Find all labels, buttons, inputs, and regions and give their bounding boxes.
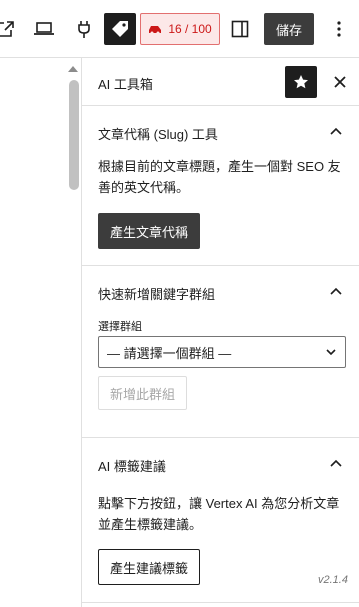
counter-text: 16 / 100 [168, 22, 212, 36]
version-label: v2.1.4 [318, 574, 348, 586]
section-title: 文章代稱 (Slug) 工具 [98, 127, 218, 142]
collapse-toggle[interactable] [326, 453, 346, 473]
section-description: 根據目前的文章標題，產生一個對 SEO 友善的英文代稱。 [98, 159, 341, 195]
star-icon [294, 75, 308, 89]
close-panel-button[interactable] [328, 70, 352, 94]
external-link-icon [0, 21, 14, 37]
collapse-toggle[interactable] [326, 281, 346, 301]
chevron-up-icon [330, 127, 342, 135]
laptop-icon [34, 22, 54, 35]
keyword-group-header[interactable]: 快速新增關鍵字群組 [82, 266, 359, 318]
slug-tool-header[interactable]: 文章代稱 (Slug) 工具 [82, 106, 359, 158]
view-post-button[interactable] [0, 13, 20, 45]
tag-tool-button[interactable] [104, 13, 136, 45]
more-vertical-icon [337, 21, 341, 37]
chevron-up-icon [330, 459, 342, 467]
plugin-button[interactable] [68, 13, 100, 45]
chevron-down-icon [326, 349, 336, 356]
generate-tags-button[interactable]: 產生建議標籤 [98, 549, 200, 585]
save-button[interactable]: 儲存 [264, 13, 314, 45]
slug-tool-section: 文章代稱 (Slug) 工具 根據目前的文章標題，產生一個對 SEO 友善的英文… [82, 106, 359, 266]
scroll-up-arrow[interactable] [68, 66, 78, 72]
car-icon [149, 26, 162, 35]
sidebar-icon [231, 20, 249, 38]
tag-suggestion-section: AI 標籤建議 點擊下方按鈕，讓 Vertex AI 為您分析文章並產生標籤建議… [82, 438, 359, 603]
select-value: — 請選擇一個群組 — [107, 345, 232, 361]
chevron-up-icon [330, 287, 342, 295]
tag-suggestion-header[interactable]: AI 標籤建議 [82, 438, 359, 490]
ai-toolbox-panel: AI 工具箱 文章代稱 (Slug) 工具 根據目前的文章標題，產生一個對 SE… [82, 58, 359, 607]
generate-slug-button[interactable]: 產生文章代稱 [98, 213, 200, 249]
seo-counter-button[interactable]: 16 / 100 [140, 13, 220, 45]
section-title: 快速新增關鍵字群組 [98, 287, 216, 302]
panel-title: AI 工具箱 [98, 77, 153, 92]
more-options-button[interactable] [329, 13, 349, 45]
scrollbar-thumb[interactable] [69, 80, 79, 190]
collapse-toggle[interactable] [326, 121, 346, 141]
select-group-label: 選擇群組 [98, 321, 142, 333]
editor-toolbar: 16 / 100 儲存 [0, 0, 359, 58]
preview-button[interactable] [28, 13, 60, 45]
section-description: 點擊下方按鈕，讓 Vertex AI 為您分析文章並產生標籤建議。 [98, 496, 340, 532]
pin-button[interactable] [285, 66, 317, 98]
toggle-sidebar-button[interactable] [226, 13, 254, 45]
plug-icon [78, 21, 90, 38]
close-icon [334, 76, 346, 88]
add-group-button[interactable]: 新增此群組 [98, 376, 187, 410]
panel-header: AI 工具箱 [82, 58, 359, 106]
group-select[interactable]: — 請選擇一個群組 — [98, 336, 346, 368]
tag-icon [112, 21, 128, 37]
keyword-group-section: 快速新增關鍵字群組 選擇群組 — 請選擇一個群組 — 新增此群組 [82, 266, 359, 438]
section-title: AI 標籤建議 [98, 459, 166, 474]
